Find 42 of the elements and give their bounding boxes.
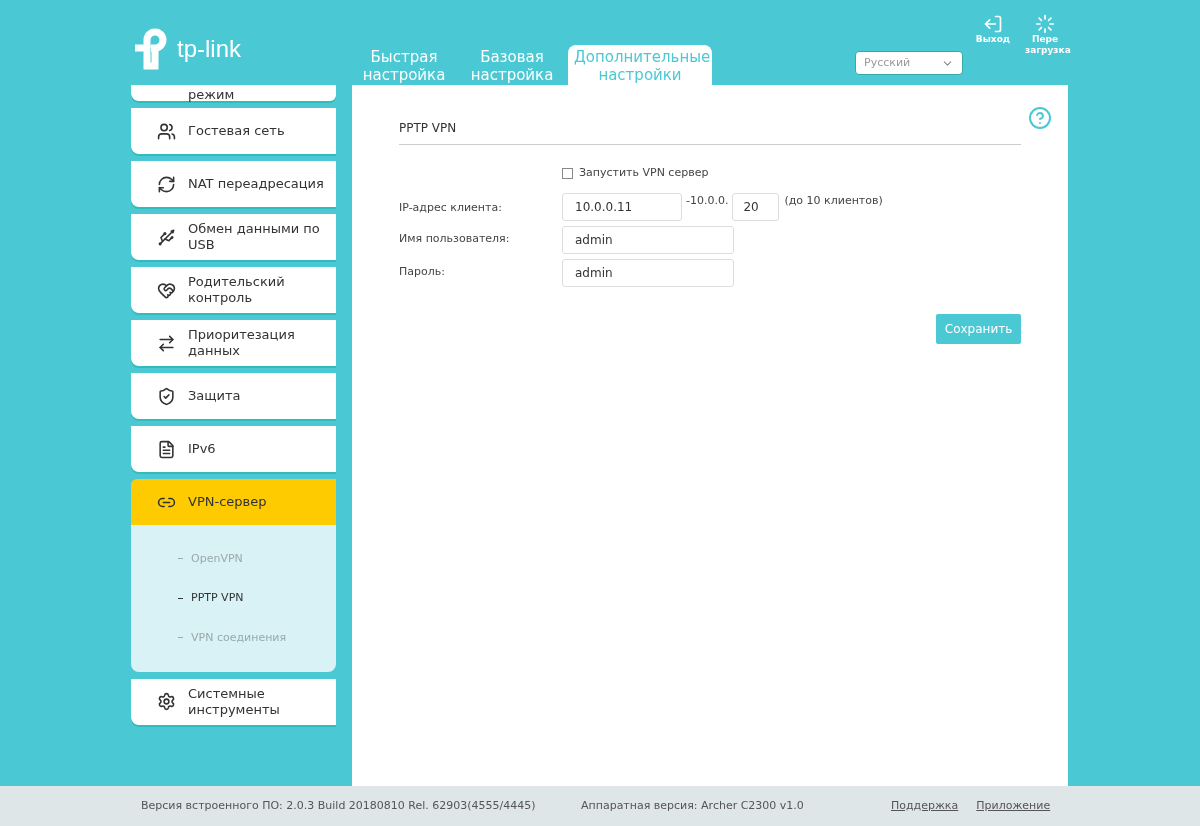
- sidebar-item[interactable]: NAT переадресация: [131, 161, 336, 207]
- ip-prefix: -10.0.0.: [685, 192, 730, 209]
- refresh-icon: [157, 174, 176, 194]
- document-icon: [157, 439, 176, 459]
- help-icon[interactable]: [1028, 106, 1052, 130]
- password-field[interactable]: admin: [562, 258, 734, 287]
- sidebar-item[interactable]: Гостевая сеть: [131, 108, 336, 154]
- sidebar-item[interactable]: Приоритезация данных: [131, 320, 336, 366]
- footer-link[interactable]: Поддержка: [891, 797, 959, 815]
- brand-name: tp-link: [177, 34, 242, 64]
- sidebar-item[interactable]: VPN-сервер: [131, 479, 336, 525]
- client-limit-note: (до 10 клиентов): [783, 192, 883, 209]
- sidebar-item[interactable]: Родительский контроль: [131, 267, 336, 313]
- field-label: Пароль:: [399, 264, 446, 281]
- firmware-version: Версия встроенного ПО: 2.0.3 Build 20180810 Rel. 62903(4555/4445): [141, 797, 537, 814]
- field-label: IP-адрес клиента:: [399, 199, 503, 216]
- sidebar-item[interactable]: Системные инструменты: [131, 678, 336, 725]
- users-icon: [157, 121, 176, 141]
- spinner-icon: [1035, 14, 1055, 34]
- field-label: Имя пользователя:: [399, 231, 511, 248]
- checkbox-label: Запустить VPN сервер: [579, 165, 709, 181]
- sidebar-item[interactable]: режим: [131, 85, 336, 101]
- arrows-icon: [157, 333, 176, 353]
- footer-link[interactable]: Приложение: [976, 797, 1051, 815]
- hardware-version: Аппаратная версия: Archer C2300 v1.0: [581, 797, 805, 814]
- shield-icon: [157, 386, 176, 406]
- section-title: PPTP VPN: [399, 119, 1021, 145]
- gear-icon: [157, 692, 176, 711]
- people-icon: [157, 280, 176, 300]
- dash-icon: [178, 597, 183, 599]
- logout-icon: [983, 14, 1003, 34]
- dash-icon: [178, 637, 183, 638]
- submenu-item[interactable]: PPTP VPN: [131, 578, 336, 618]
- usb-icon: [157, 227, 176, 247]
- enable-checkbox[interactable]: [562, 167, 573, 179]
- ip-start-field[interactable]: 10.0.0.11: [562, 192, 682, 221]
- username-field[interactable]: admin: [562, 225, 734, 254]
- ip-end-field[interactable]: 20: [732, 192, 780, 221]
- sidebar-item[interactable]: IPv6: [131, 426, 336, 472]
- sidebar-item[interactable]: Защита: [131, 373, 336, 419]
- sidebar-item[interactable]: Обмен данными по USB: [131, 214, 336, 260]
- dash-icon: [178, 558, 183, 559]
